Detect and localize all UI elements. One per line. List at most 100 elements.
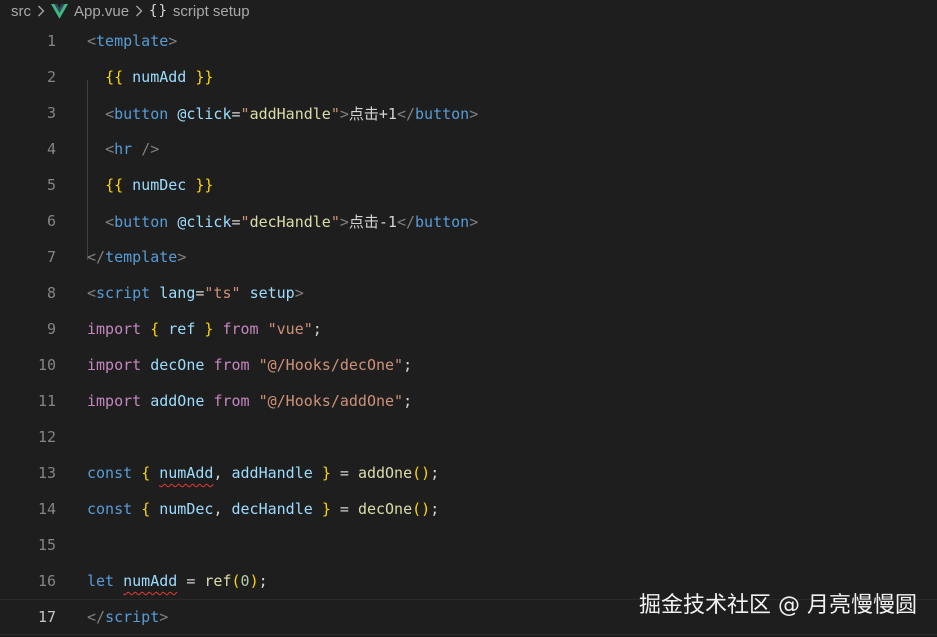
line-source[interactable]: import decOne from "@/Hooks/decOne"; [87, 356, 412, 374]
line-source[interactable]: <script lang="ts" setup> [87, 284, 304, 302]
code-line[interactable]: 1 <template> [0, 23, 937, 59]
code-token: button [415, 212, 470, 231]
code-line[interactable]: 12 [0, 419, 937, 455]
breadcrumb-symbol-script-setup[interactable]: script setup [173, 3, 250, 20]
line-source[interactable]: </script> [87, 608, 168, 626]
code-token: " [330, 212, 340, 231]
code-line[interactable]: 9 import { ref } from "vue"; [0, 311, 937, 347]
code-token: import [87, 320, 142, 338]
code-token: lang [159, 284, 196, 302]
code-token: > [469, 104, 479, 123]
line-source[interactable]: let numAdd = ref(0); [87, 572, 268, 590]
breadcrumb-file-app-vue[interactable]: App.vue [74, 3, 129, 20]
code-line[interactable]: 5 {{ numDec }} [0, 167, 937, 203]
code-token: }} [195, 68, 214, 86]
line-source[interactable]: </template> [87, 248, 186, 266]
line-source[interactable]: <button @click="decHandle">点击-1</button> [87, 211, 478, 232]
line-number: 13 [37, 464, 56, 482]
code-line[interactable]: 2 {{ numAdd }} [0, 59, 937, 95]
code-line[interactable]: 6 <button @click="decHandle">点击-1</butto… [0, 203, 937, 239]
line-source[interactable]: <button @click="addHandle">点击+1</button> [87, 103, 478, 124]
code-token: > [177, 248, 187, 266]
code-token: {{ [105, 68, 124, 86]
code-token-error: numAdd [159, 464, 214, 482]
line-number: 11 [37, 392, 56, 410]
code-token: 0 [240, 572, 250, 590]
code-token: template [105, 248, 178, 266]
line-number: 12 [37, 428, 56, 446]
line-source[interactable]: {{ numDec }} [87, 176, 213, 194]
line-source[interactable]: <template> [87, 32, 177, 50]
code-token: addHandle [231, 464, 313, 482]
code-token: @click [177, 104, 232, 123]
code-token: < [87, 284, 97, 302]
code-token: = [330, 464, 358, 482]
code-token: addOne [150, 392, 205, 410]
code-editor[interactable]: src App.vue {} script setup 1 <template> 2… [0, 0, 937, 637]
line-number: 6 [46, 212, 56, 230]
code-token: = [231, 104, 241, 123]
code-line[interactable]: 10 import decOne from "@/Hooks/decOne"; [0, 347, 937, 383]
code-token: let [87, 572, 115, 590]
line-number: 8 [46, 284, 56, 302]
code-token: < [105, 104, 115, 123]
code-token: template [96, 32, 169, 50]
code-token: const [87, 500, 133, 518]
code-line[interactable]: 7 </template> [0, 239, 937, 275]
code-line[interactable]: 14 const { numDec, decHandle } = decOne()… [0, 491, 937, 527]
code-token: " [240, 212, 250, 231]
code-token: const [87, 464, 133, 482]
code-token: ref [204, 572, 232, 590]
code-token: = [177, 572, 205, 590]
breadcrumb-folder-src[interactable]: src [11, 3, 31, 20]
chevron-right-icon [37, 5, 45, 17]
code-line[interactable]: 11 import addOne from "@/Hooks/addOne"; [0, 383, 937, 419]
code-token: script [105, 608, 160, 626]
line-source[interactable]: const { numAdd, addHandle } = addOne(); [87, 464, 439, 482]
code-line[interactable]: 15 [0, 527, 937, 563]
code-line[interactable]: 3 <button @click="addHandle">点击+1</butto… [0, 95, 937, 131]
line-source[interactable]: import addOne from "@/Hooks/addOne"; [87, 392, 412, 410]
line-source[interactable]: <hr /> [87, 140, 159, 158]
code-area[interactable]: 1 <template> 2 {{ numAdd }} 3 <button @clic… [0, 23, 937, 637]
code-token: < [105, 212, 115, 231]
code-line[interactable]: 8 <script lang="ts" setup> [0, 275, 937, 311]
code-token: setup [249, 284, 295, 302]
line-number: 2 [46, 68, 56, 86]
code-token: () [412, 464, 431, 482]
line-source[interactable]: import { ref } from "vue"; [87, 320, 322, 338]
code-token: hr [114, 140, 133, 158]
code-token: decOne [150, 356, 205, 374]
code-token: </ [396, 212, 416, 231]
code-token: numAdd [132, 68, 187, 86]
vue-logo-icon [51, 3, 68, 19]
line-source[interactable]: const { numDec, decHandle } = decOne(); [87, 500, 439, 518]
line-source[interactable]: {{ numAdd }} [87, 68, 213, 86]
code-token: @click [177, 212, 232, 231]
code-token: decHandle [231, 500, 313, 518]
code-line[interactable]: 4 <hr /> [0, 131, 937, 167]
code-token: ; [430, 500, 440, 518]
code-token: > [159, 608, 169, 626]
code-line[interactable]: 13 const { numAdd, addHandle } = addOne()… [0, 455, 937, 491]
code-token: decHandle [249, 212, 331, 231]
chevron-right-icon [135, 5, 143, 17]
code-token: numDec [132, 176, 187, 194]
line-number: 9 [46, 320, 56, 338]
code-token: "@/Hooks/addOne" [258, 392, 404, 410]
code-token: > [339, 104, 349, 123]
